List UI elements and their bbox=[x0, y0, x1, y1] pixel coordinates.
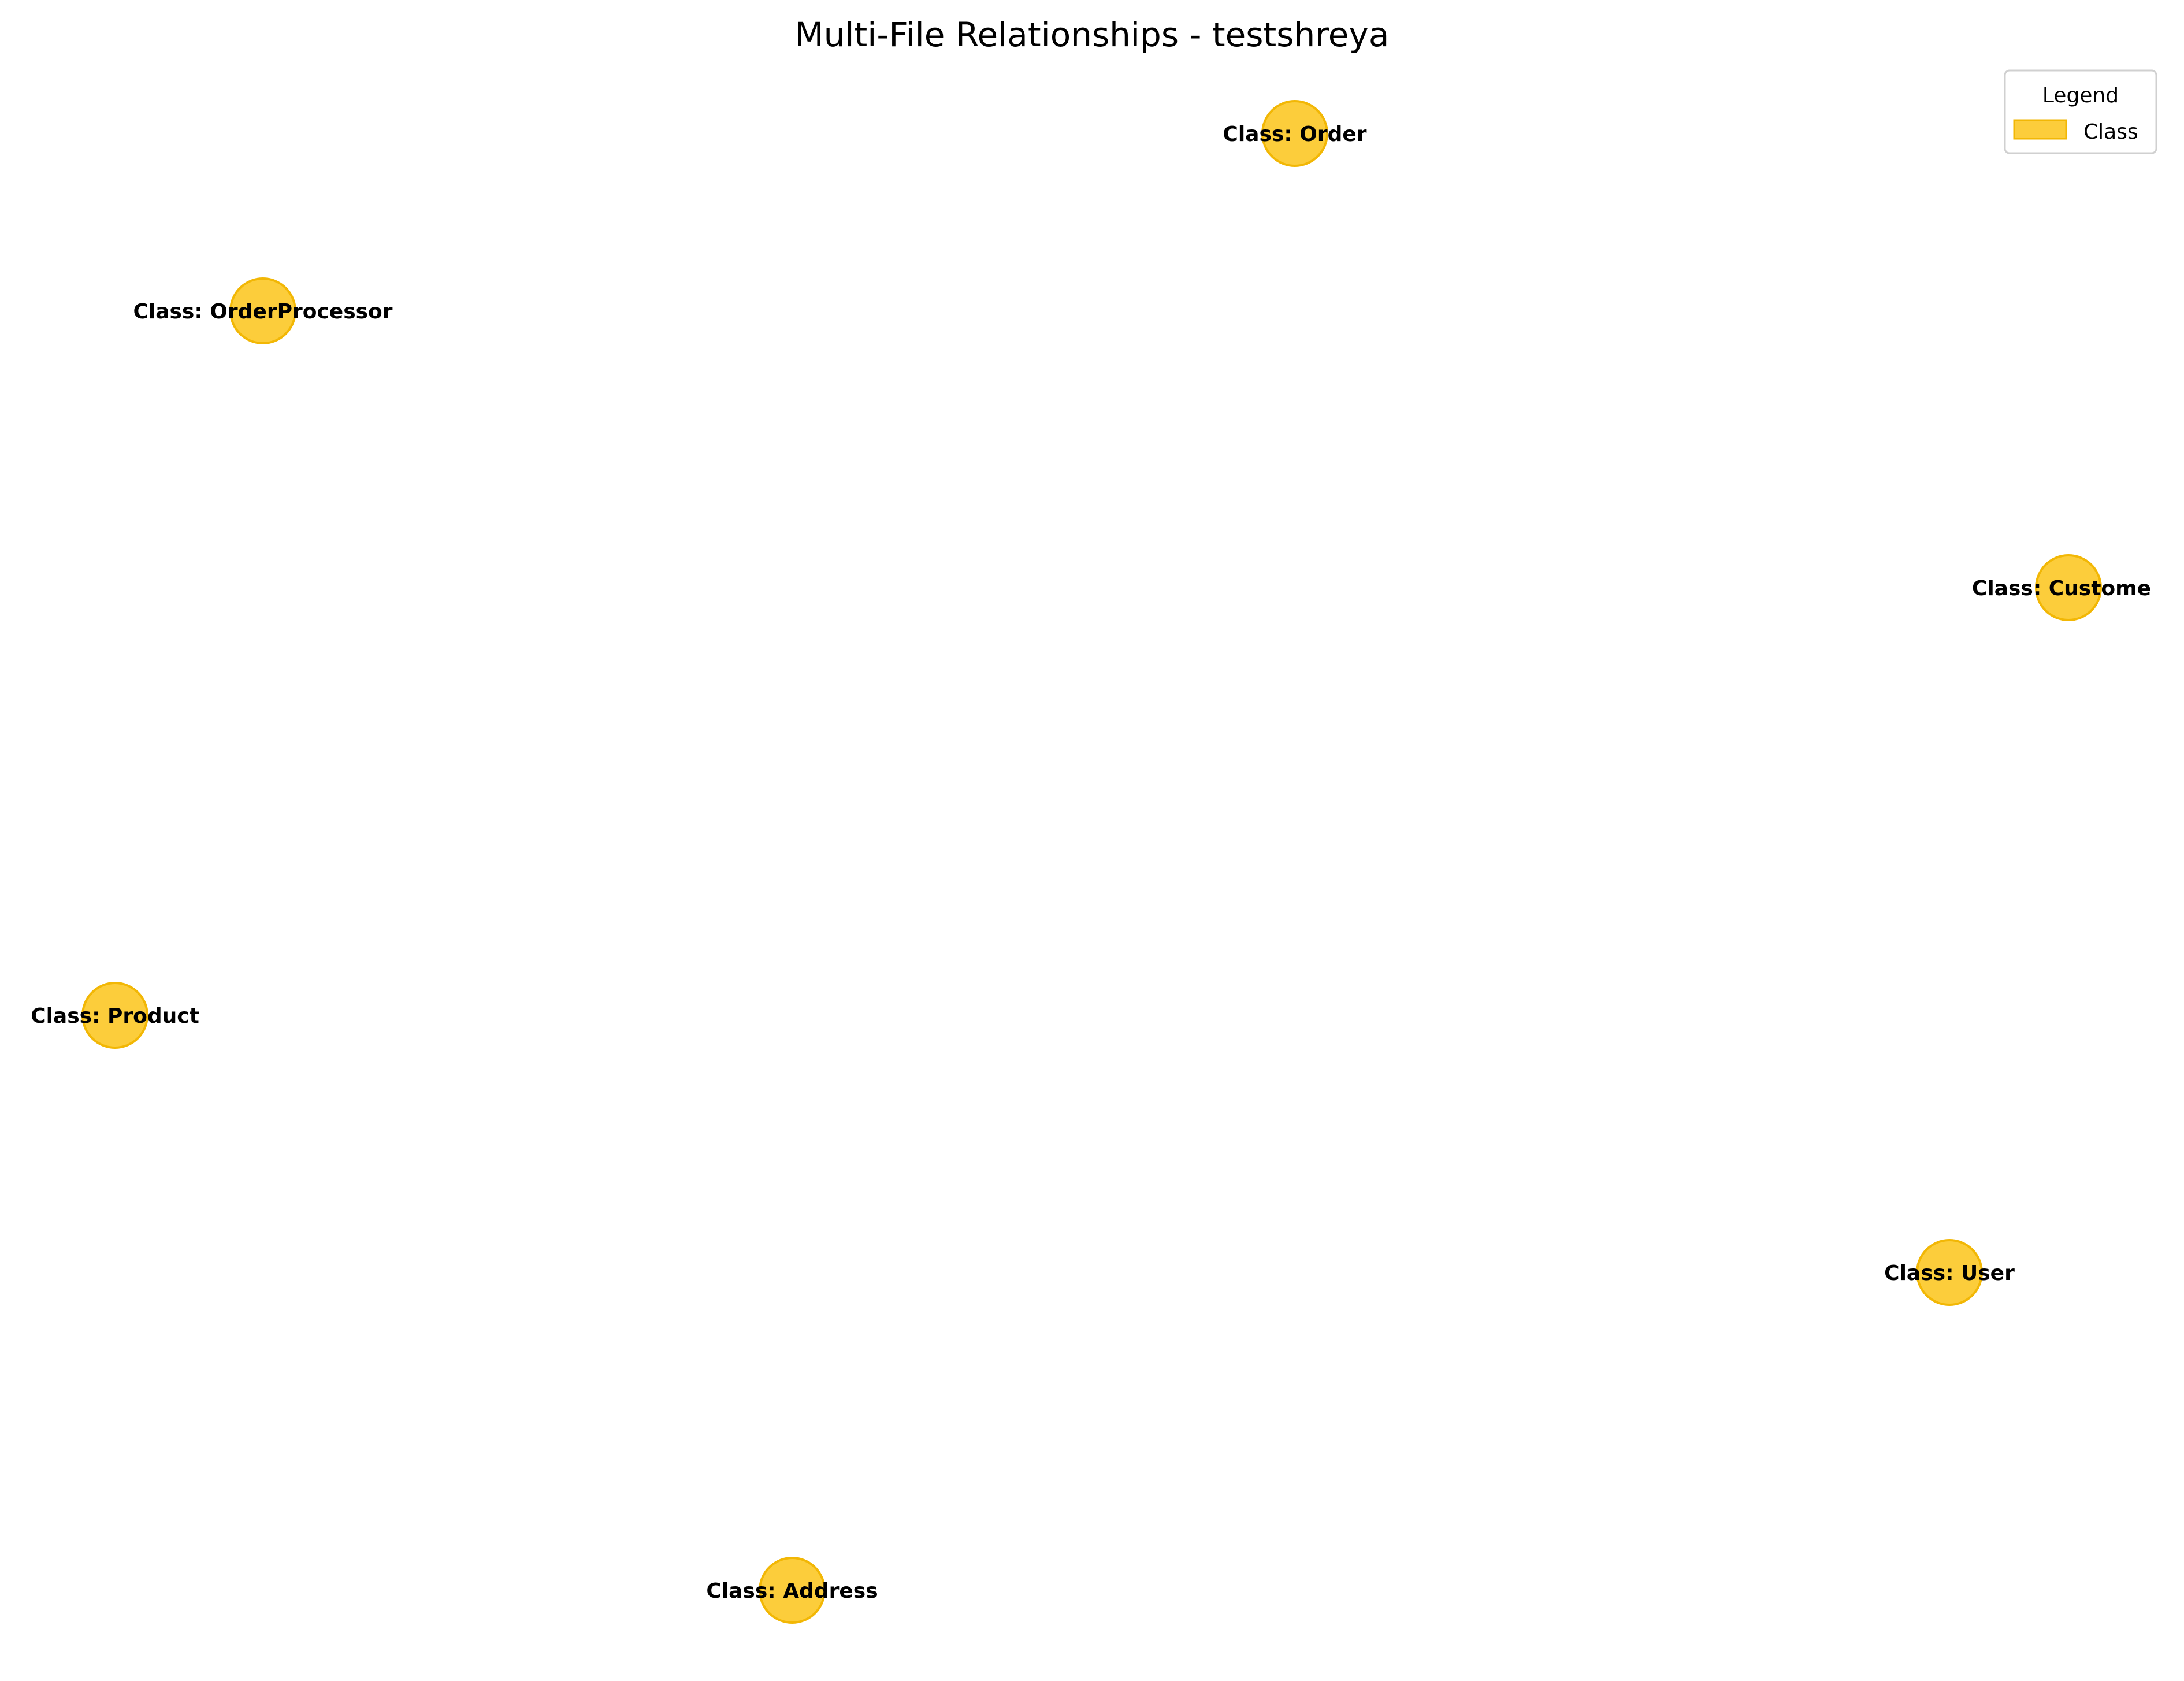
legend-swatch-class bbox=[2013, 119, 2067, 140]
node-label-user: Class: User bbox=[1884, 1261, 2015, 1285]
legend: Legend Class bbox=[2004, 69, 2157, 154]
node-label-order: Class: Order bbox=[1223, 123, 1366, 146]
graph-node-customer: Class: Custome bbox=[1972, 554, 2151, 621]
node-label-orderprocessor: Class: OrderProcessor bbox=[133, 300, 392, 324]
graph-node-user: Class: User bbox=[1884, 1239, 2015, 1306]
graph-node-address: Class: Address bbox=[706, 1557, 878, 1624]
node-label-product: Class: Product bbox=[31, 1004, 199, 1028]
legend-title: Legend bbox=[2042, 84, 2119, 107]
node-label-address: Class: Address bbox=[706, 1579, 878, 1603]
graph-node-product: Class: Product bbox=[31, 982, 199, 1049]
legend-label-class: Class bbox=[2083, 120, 2138, 144]
graph-title: Multi-File Relationships - testshreya bbox=[795, 15, 1390, 54]
node-label-customer: Class: Custome bbox=[1972, 577, 2151, 600]
graph-node-order: Class: Order bbox=[1223, 100, 1367, 167]
relationship-graph: Multi-File Relationships - testshreya Cl… bbox=[31, 15, 2157, 1624]
graph-node-orderprocessor: Class: OrderProcessor bbox=[133, 277, 393, 344]
